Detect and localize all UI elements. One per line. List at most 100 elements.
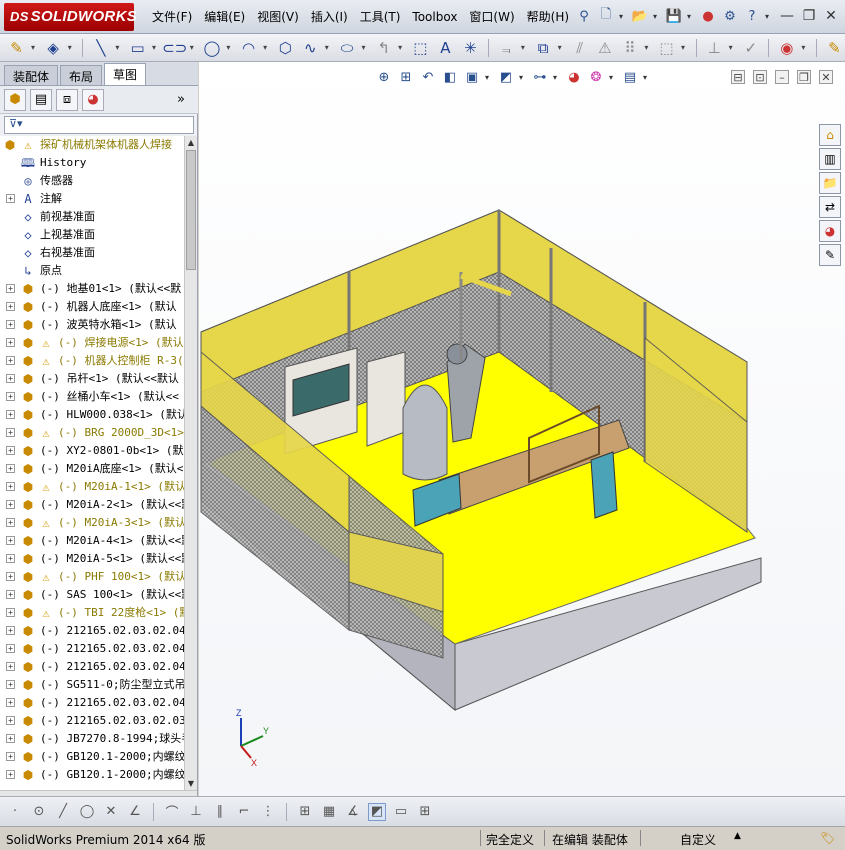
expand-toggle-icon[interactable]: +: [6, 662, 15, 671]
expand-toggle-icon[interactable]: +: [6, 302, 15, 311]
tree-item[interactable]: ◎ 传感器: [0, 172, 184, 190]
relations-dropdown-icon[interactable]: ▾: [729, 43, 737, 52]
ellipse-dropdown-icon[interactable]: ▾: [361, 43, 369, 52]
quick-snaps-icon[interactable]: ◉: [776, 37, 797, 59]
menu-toolbox[interactable]: Toolbox: [406, 0, 463, 34]
tree-item[interactable]: + ⬢ (-) M20iA底座<1> (默认<: [0, 460, 184, 478]
expand-toggle-icon[interactable]: +: [6, 392, 15, 401]
tree-item[interactable]: + ⬢ (-) HLW000.038<1> (默认: [0, 406, 184, 424]
tree-item[interactable]: + ⬢ (-) GB120.1-2000;内螺纹: [0, 766, 184, 784]
rectangle-dropdown-icon[interactable]: ▾: [152, 43, 160, 52]
expand-toggle-icon[interactable]: +: [6, 320, 15, 329]
tree-item[interactable]: + ⬢ (-) XY2-0801-0b<1> (默认: [0, 442, 184, 460]
expand-toggle-icon[interactable]: +: [6, 338, 15, 347]
arc-icon[interactable]: ◠: [238, 37, 259, 59]
close-icon[interactable]: ✕: [823, 7, 839, 25]
menu-tools[interactable]: 工具(T): [354, 0, 407, 34]
circle-dropdown-icon[interactable]: ▾: [226, 43, 234, 52]
tree-item[interactable]: + ⬢ ⚠ (-) M20iA-1<1> (默认: [0, 478, 184, 496]
spline-icon[interactable]: ∿: [300, 37, 321, 59]
rectangle-icon[interactable]: ▭: [127, 37, 148, 59]
expand-toggle-icon[interactable]: +: [6, 752, 15, 761]
parallel-icon[interactable]: ∥: [211, 803, 229, 821]
fillet-icon[interactable]: ↰: [373, 37, 394, 59]
help-icon[interactable]: ?: [743, 7, 761, 25]
graphics-area[interactable]: ⊕ ⊞ ↶ ◧ ▣ ▾ ◩ ▾ ⊶ ▾ ◕ ❂ ▾ ▤ ▾ ⊟ ⊡ – ❐ ✕ ⌂ ▥ 📁…: [199, 62, 845, 796]
tree-item[interactable]: + ⬢ (-) M20iA-5<1> (默认<<默: [0, 550, 184, 568]
tree-item[interactable]: + ⬢ (-) 地基01<1> (默认<<默: [0, 280, 184, 298]
expand-toggle-icon[interactable]: +: [6, 608, 15, 617]
convert-entities-icon[interactable]: ⧉: [533, 37, 554, 59]
tag-icon[interactable]: 🏷: [820, 831, 835, 845]
fillet-dropdown-icon[interactable]: ▾: [398, 43, 406, 52]
tree-item[interactable]: + ⬢ (-) SAS 100<1> (默认<<默: [0, 586, 184, 604]
tree-item[interactable]: + ⬢ ⚠ (-) TBI 22度枪<1> (默: [0, 604, 184, 622]
menu-edit[interactable]: 编辑(E): [198, 0, 251, 34]
rapid-sketch-icon[interactable]: ✎: [824, 37, 845, 59]
save-dropdown-icon[interactable]: ▾: [687, 12, 695, 21]
ellipse-icon[interactable]: ⬭: [336, 37, 357, 59]
tree-item[interactable]: + ⬢ ⚠ (-) 焊接电源<1> (默认: [0, 334, 184, 352]
expand-toggle-icon[interactable]: +: [6, 554, 15, 563]
tree-item[interactable]: + ⬢ ⚠ (-) M20iA-3<1> (默认: [0, 514, 184, 532]
expand-toggle-icon[interactable]: +: [6, 518, 15, 527]
expand-toggle-icon[interactable]: +: [6, 482, 15, 491]
tree-item[interactable]: + ⬢ (-) 212165.02.03.02.04.: [0, 658, 184, 676]
scroll-down-icon[interactable]: ▼: [185, 777, 197, 790]
tree-item[interactable]: + ⬢ (-) JB7270.8-1994;球头手: [0, 730, 184, 748]
text-icon[interactable]: A: [435, 37, 456, 59]
perpendicular-icon[interactable]: ⊥: [187, 803, 205, 821]
sketch-icon[interactable]: ✎: [6, 37, 27, 59]
snaps-dropdown-icon[interactable]: ▾: [801, 43, 809, 52]
tree-item[interactable]: + ⬢ (-) M20iA-4<1> (默认<<默: [0, 532, 184, 550]
robot-welding-cell-model[interactable]: [199, 62, 845, 796]
tree-item[interactable]: + ⬢ (-) 212165.02.03.02.04.: [0, 640, 184, 658]
convert-dropdown-icon[interactable]: ▾: [558, 43, 566, 52]
offset-icon[interactable]: ⫽: [569, 37, 590, 59]
tree-item[interactable]: ◇ 前视基准面: [0, 208, 184, 226]
expand-toggle-icon[interactable]: +: [6, 770, 15, 779]
tree-vertical-scrollbar[interactable]: ▲ ▼: [184, 136, 197, 790]
open-dropdown-icon[interactable]: ▾: [653, 12, 661, 21]
center-point-icon[interactable]: ⊙: [30, 803, 48, 821]
tree-item[interactable]: + A 注解: [0, 190, 184, 208]
units-dropdown-icon[interactable]: ▲: [734, 831, 741, 841]
expand-toggle-icon[interactable]: +: [6, 716, 15, 725]
angle-snap-icon[interactable]: ∡: [344, 803, 362, 821]
tab-assembly[interactable]: 装配体: [4, 65, 59, 85]
pattern-dropdown-icon[interactable]: ▾: [644, 43, 652, 52]
expand-toggle-icon[interactable]: +: [6, 698, 15, 707]
menu-window[interactable]: 窗口(W): [463, 0, 520, 34]
tree-item[interactable]: ⬢ ⚠ 探矿机械机架体机器人焊接: [0, 136, 184, 154]
cross-icon[interactable]: ✕: [102, 803, 120, 821]
tree-item[interactable]: + ⬢ (-) 212165.02.03.02.03.: [0, 712, 184, 730]
plane-icon[interactable]: ⬚: [410, 37, 431, 59]
single-window-icon[interactable]: ▭: [392, 803, 410, 821]
angle-icon[interactable]: ∠: [126, 803, 144, 821]
tab-layout[interactable]: 布局: [60, 65, 103, 85]
display-manager-tab-icon[interactable]: ◕: [82, 88, 104, 111]
tree-item[interactable]: + ⬢ (-) GB120.1-2000;内螺纹: [0, 748, 184, 766]
expand-toggle-icon[interactable]: +: [6, 680, 15, 689]
tangent-arc-icon[interactable]: ⌒: [163, 803, 181, 821]
trim-icon[interactable]: ⫬: [496, 37, 517, 59]
trim-dropdown-icon[interactable]: ▾: [521, 43, 529, 52]
line-icon[interactable]: ╲: [90, 37, 111, 59]
expand-toggle-icon[interactable]: +: [6, 356, 15, 365]
new-document-icon[interactable]: 🗋: [597, 7, 615, 25]
tree-item[interactable]: + ⬢ ⚠ (-) 机器人控制柜 R-3(: [0, 352, 184, 370]
tree-item[interactable]: + ⬢ ⚠ (-) PHF 100<1> (默认: [0, 568, 184, 586]
move-entities-icon[interactable]: ⬚: [656, 37, 677, 59]
tab-sketch[interactable]: 草图: [104, 63, 147, 85]
save-icon[interactable]: 💾: [665, 7, 683, 25]
polygon-icon[interactable]: ⬡: [275, 37, 296, 59]
point-icon[interactable]: ·: [6, 803, 24, 821]
scroll-thumb[interactable]: [186, 150, 196, 270]
minimize-icon[interactable]: —: [779, 7, 795, 25]
feature-tree-tab-icon[interactable]: ⬢: [4, 88, 26, 111]
expand-toggle-icon[interactable]: +: [6, 464, 15, 473]
expand-toggle-icon[interactable]: +: [6, 572, 15, 581]
line-dropdown-icon[interactable]: ▾: [115, 43, 123, 52]
point-icon[interactable]: ✳: [460, 37, 481, 59]
traffic-light-icon[interactable]: ●: [699, 7, 717, 25]
